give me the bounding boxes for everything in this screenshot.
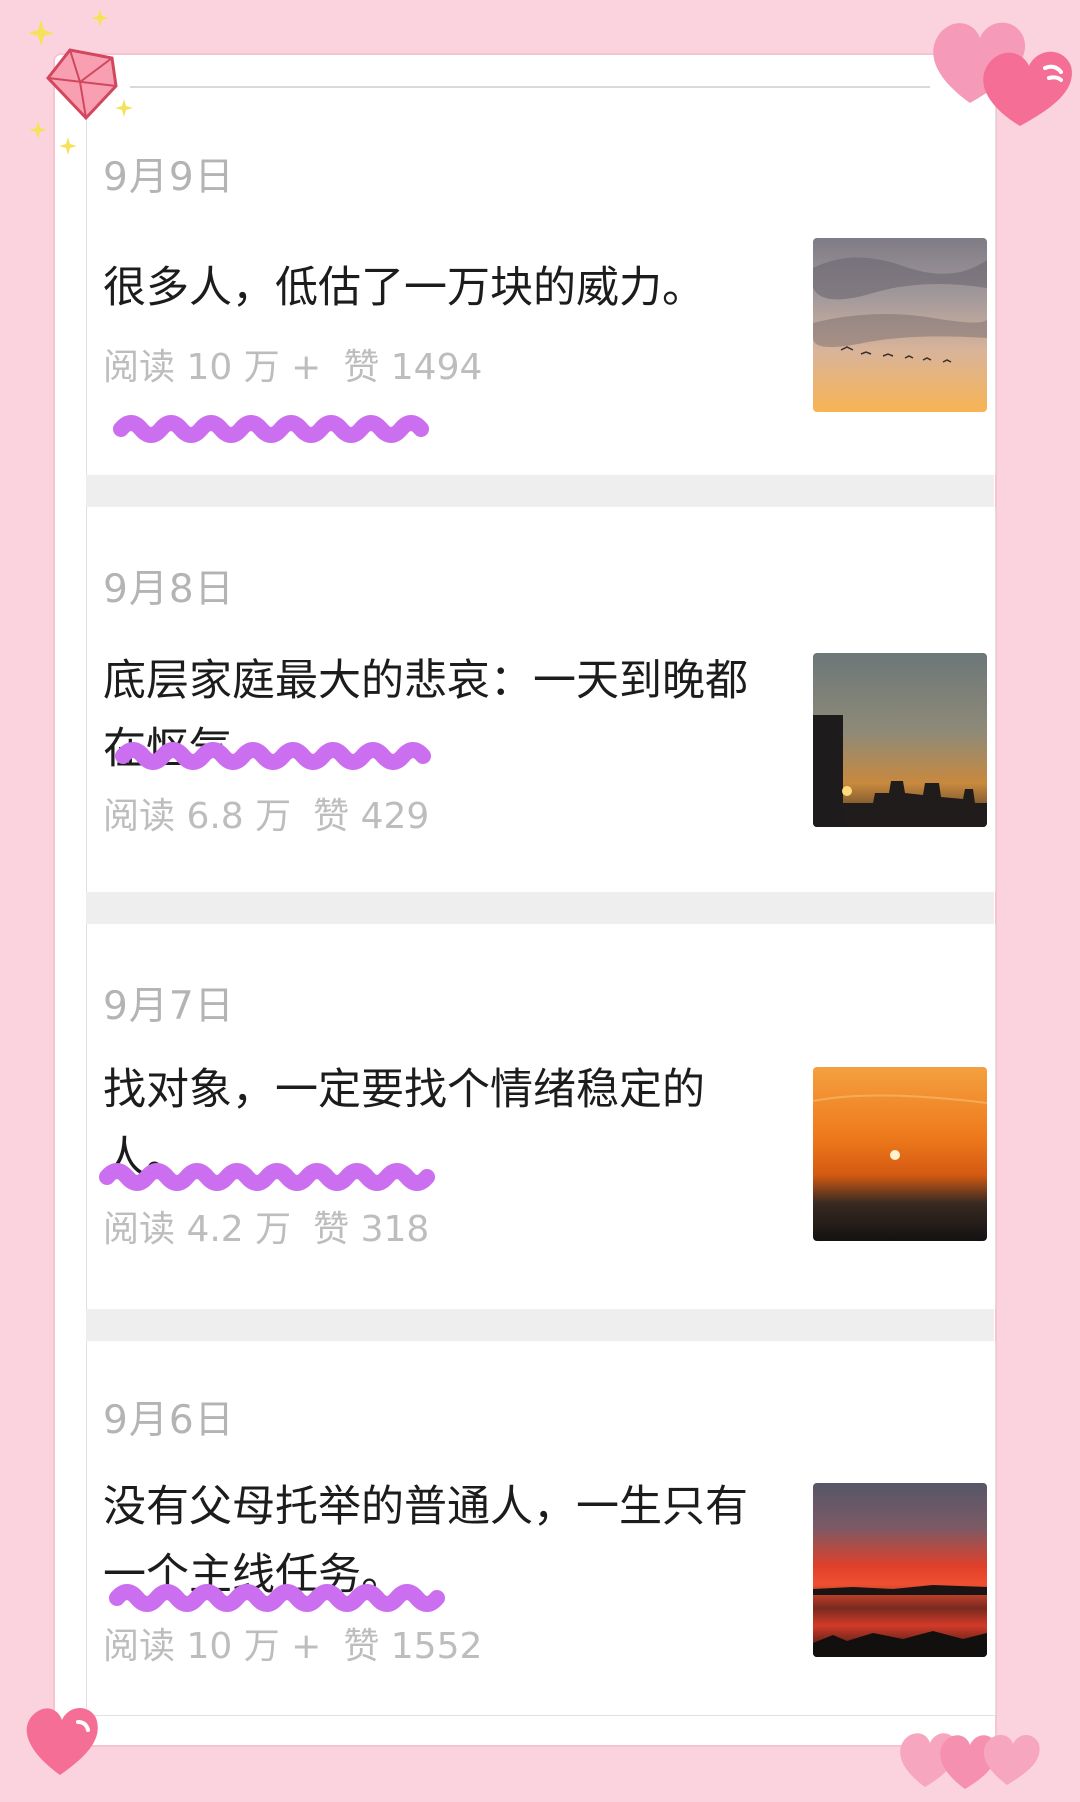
article-card-2[interactable]: 9月8日 底层家庭最大的悲哀：一天到晚都在怄气。 阅读 6.8 万赞 429 [86,507,996,892]
article-stats: 阅读 4.2 万赞 318 [103,1200,451,1252]
article-card-4[interactable]: 9月6日 没有父母托举的普通人，一生只有一个主线任务。 阅读 10 万 + 赞 1… [86,1341,996,1716]
article-card-1[interactable]: 9月9日 很多人，低估了一万块的威力。 阅读 10 万 + 赞 1494 [86,90,996,475]
section-gap [86,892,994,924]
article-card-3[interactable]: 9月7日 找对象，一定要找个情绪稳定的人。 阅读 4.2 万赞 318 [86,924,996,1309]
birds-icon [813,257,987,363]
section-gap [86,475,994,507]
wavy-underline [115,742,431,770]
diamond-icon [28,9,133,155]
like-count: 赞 1552 [343,1626,483,1667]
heart-icon [26,1708,98,1775]
article-thumbnail-city-sunset[interactable] [813,653,987,827]
article-thumbnail-sunset-clouds[interactable] [813,238,987,412]
hearts-icon [900,1733,1040,1789]
read-count: 阅读 10 万 + [103,347,322,388]
like-count: 赞 318 [313,1209,430,1250]
wavy-underline [109,1584,445,1612]
skyline-icon [813,715,987,827]
article-stats: 阅读 10 万 + 赞 1552 [103,1617,504,1669]
article-title[interactable]: 很多人，低估了一万块的威力。 [103,254,763,322]
read-count: 阅读 4.2 万 [103,1209,292,1250]
read-count: 阅读 10 万 + [103,1626,322,1667]
hearts-icon [933,22,1072,127]
article-date: 9月7日 [103,984,235,1029]
article-stats: 阅读 10 万 + 赞 1494 [103,338,504,390]
section-gap [86,1309,994,1341]
article-date: 9月8日 [103,567,235,612]
divider [130,86,930,88]
sun-icon [813,1094,987,1160]
article-thumbnail-orange-sunset[interactable] [813,1067,987,1241]
wavy-underline [113,415,429,443]
article-date: 9月6日 [103,1398,235,1443]
like-count: 赞 429 [313,796,430,837]
read-count: 阅读 6.8 万 [103,796,292,837]
article-thumbnail-red-sunset-lake[interactable] [813,1483,987,1657]
like-count: 赞 1494 [343,347,483,388]
article-stats: 阅读 6.8 万赞 429 [103,787,451,839]
shoreline-icon [813,1585,987,1657]
wavy-underline [99,1163,435,1191]
